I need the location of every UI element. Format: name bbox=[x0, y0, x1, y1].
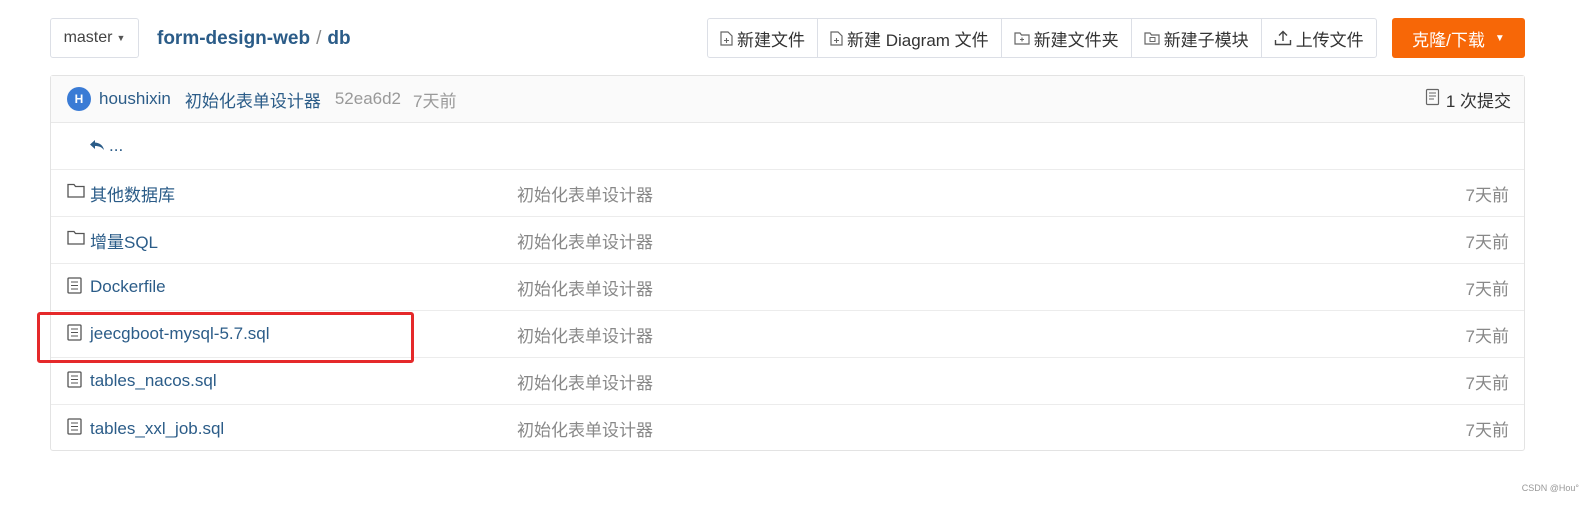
folder-icon bbox=[67, 230, 85, 248]
file-time: 7天前 bbox=[1465, 232, 1509, 252]
breadcrumb: form-design-web / db bbox=[157, 28, 351, 50]
file-name-link[interactable]: tables_nacos.sql bbox=[90, 371, 217, 391]
parent-directory-label: ... bbox=[109, 136, 124, 155]
upload-button[interactable]: 上传文件 bbox=[1262, 19, 1376, 57]
file-icon bbox=[67, 277, 85, 295]
folder-icon bbox=[67, 183, 85, 201]
file-row[interactable]: 其他数据库 初始化表单设计器 7天前 bbox=[51, 170, 1524, 217]
file-icon bbox=[67, 371, 85, 389]
file-time: 7天前 bbox=[1465, 279, 1509, 299]
breadcrumb-dir[interactable]: db bbox=[327, 28, 350, 50]
file-name-link[interactable]: 增量SQL bbox=[90, 228, 158, 253]
new-file-button[interactable]: 新建文件 bbox=[708, 19, 818, 57]
file-commit-message[interactable]: 初始化表单设计器 bbox=[517, 369, 653, 394]
file-commit-message[interactable]: 初始化表单设计器 bbox=[517, 275, 653, 300]
latest-commit-bar: H houshixin 初始化表单设计器 52ea6d2 7天前 1 次提交 bbox=[51, 76, 1524, 123]
parent-directory-row[interactable]: ... bbox=[51, 123, 1524, 170]
file-toolbar: 新建文件 新建 Diagram 文件 新建文件夹 新建子模块 上传文件 bbox=[707, 18, 1377, 58]
file-commit-message[interactable]: 初始化表单设计器 bbox=[517, 416, 653, 441]
commit-hash[interactable]: 52ea6d2 bbox=[335, 89, 401, 109]
file-time: 7天前 bbox=[1465, 421, 1509, 440]
branch-label: master bbox=[63, 29, 113, 46]
file-row[interactable]: 增量SQL 初始化表单设计器 7天前 bbox=[51, 217, 1524, 264]
upload-label: 上传文件 bbox=[1295, 30, 1364, 50]
file-row[interactable]: Dockerfile 初始化表单设计器 7天前 bbox=[51, 264, 1524, 311]
file-name-link[interactable]: Dockerfile bbox=[90, 277, 166, 297]
file-name-link[interactable]: 其他数据库 bbox=[90, 181, 175, 206]
submodule-icon bbox=[1144, 31, 1160, 45]
commit-time: 7天前 bbox=[413, 91, 457, 111]
upload-icon bbox=[1274, 30, 1292, 46]
file-icon bbox=[67, 418, 85, 436]
watermark: CSDN @Hou° bbox=[1521, 483, 1579, 493]
new-folder-button[interactable]: 新建文件夹 bbox=[1002, 19, 1132, 57]
file-time: 7天前 bbox=[1465, 185, 1509, 205]
commit-count-label: 1 次提交 bbox=[1445, 92, 1511, 111]
new-folder-label: 新建文件夹 bbox=[1033, 30, 1119, 50]
file-list-panel: H houshixin 初始化表单设计器 52ea6d2 7天前 1 次提交 .… bbox=[50, 75, 1525, 451]
breadcrumb-repo[interactable]: form-design-web bbox=[157, 28, 310, 50]
clone-download-button[interactable]: 克隆/下载 ▼ bbox=[1392, 18, 1525, 58]
file-time: 7天前 bbox=[1465, 373, 1509, 393]
file-time: 7天前 bbox=[1465, 326, 1509, 346]
parent-directory-link[interactable]: ... bbox=[89, 136, 123, 156]
commit-author[interactable]: houshixin bbox=[99, 89, 171, 109]
commits-icon bbox=[1425, 88, 1440, 111]
file-name-link[interactable]: jeecgboot-mysql-5.7.sql bbox=[90, 324, 270, 344]
file-plus-icon bbox=[720, 30, 733, 46]
caret-down-icon: ▼ bbox=[116, 33, 126, 43]
file-icon bbox=[67, 324, 85, 342]
breadcrumb-separator: / bbox=[316, 28, 322, 49]
commit-count-link[interactable]: 1 次提交 bbox=[1425, 76, 1511, 123]
new-submodule-label: 新建子模块 bbox=[1163, 30, 1249, 50]
file-row[interactable]: tables_nacos.sql 初始化表单设计器 7天前 bbox=[51, 358, 1524, 405]
file-commit-message[interactable]: 初始化表单设计器 bbox=[517, 228, 653, 253]
file-row[interactable]: jeecgboot-mysql-5.7.sql 初始化表单设计器 7天前 bbox=[51, 311, 1524, 358]
new-diagram-label: 新建 Diagram 文件 bbox=[847, 30, 989, 50]
file-commit-message[interactable]: 初始化表单设计器 bbox=[517, 181, 653, 206]
file-plus-icon bbox=[830, 30, 843, 46]
commit-message[interactable]: 初始化表单设计器 bbox=[185, 87, 321, 112]
file-row[interactable]: tables_xxl_job.sql 初始化表单设计器 7天前 bbox=[51, 405, 1524, 452]
new-submodule-button[interactable]: 新建子模块 bbox=[1132, 19, 1262, 57]
file-name-link[interactable]: tables_xxl_job.sql bbox=[90, 419, 224, 439]
folder-plus-icon bbox=[1014, 31, 1030, 45]
file-commit-message[interactable]: 初始化表单设计器 bbox=[517, 322, 653, 347]
new-file-label: 新建文件 bbox=[737, 30, 805, 50]
avatar[interactable]: H bbox=[67, 87, 91, 111]
reply-arrow-icon bbox=[89, 136, 105, 156]
clone-label: 克隆/下载 bbox=[1412, 30, 1485, 50]
caret-down-icon: ▼ bbox=[1494, 32, 1505, 44]
new-diagram-button[interactable]: 新建 Diagram 文件 bbox=[818, 19, 1002, 57]
branch-select[interactable]: master ▼ bbox=[50, 18, 139, 58]
